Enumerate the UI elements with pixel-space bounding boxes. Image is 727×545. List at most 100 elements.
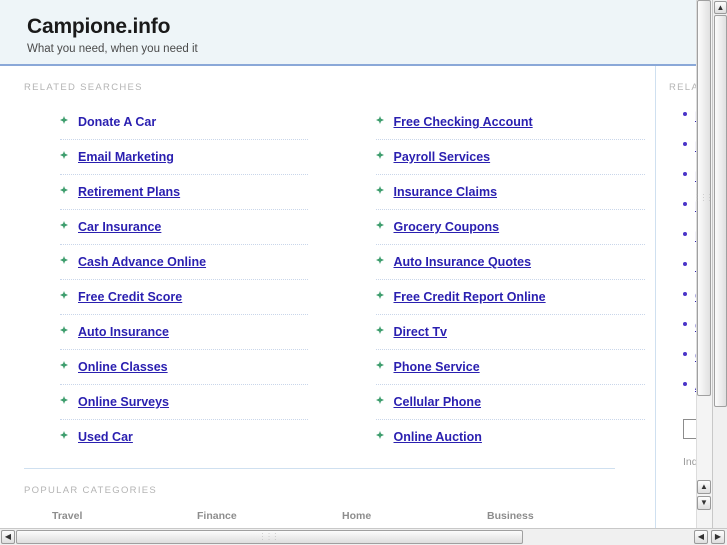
arrow-bullet-icon: [375, 291, 384, 299]
related-search-link[interactable]: Online Surveys: [78, 395, 169, 409]
category-heading: Business: [487, 510, 534, 522]
related-search-item[interactable]: Donate A Car: [60, 105, 308, 140]
related-search-item[interactable]: Online Classes: [60, 350, 308, 385]
arrow-bullet-icon: [375, 256, 384, 264]
arrow-bullet-icon: [375, 151, 384, 159]
scroll-up-button[interactable]: ▲: [714, 1, 727, 14]
category-column-business: Business Employment Work From Home: [487, 510, 632, 528]
related-search-item[interactable]: Direct Tv: [375, 315, 645, 350]
arrow-bullet-icon: [375, 326, 384, 334]
dot-bullet-icon: [683, 112, 687, 116]
category-heading: Finance: [197, 510, 237, 522]
triangle-up-icon: ▲: [716, 2, 725, 12]
arrow-bullet-icon: [60, 116, 68, 124]
scrollbar-thumb[interactable]: · · · · · · · · ·: [16, 530, 523, 544]
scrollbar-thumb[interactable]: [714, 15, 727, 407]
related-search-link[interactable]: Online Auction: [394, 430, 482, 444]
related-search-link[interactable]: Cash Advance Online: [78, 255, 206, 269]
related-search-link[interactable]: Grocery Coupons: [394, 220, 500, 234]
related-search-item[interactable]: Email Marketing: [60, 140, 308, 175]
related-search-link[interactable]: Auto Insurance: [78, 325, 169, 339]
category-column-finance: Finance Free Credit Report Online Paymen…: [197, 510, 342, 528]
arrow-bullet-icon: [60, 361, 68, 369]
dot-bullet-icon: [683, 202, 687, 206]
related-search-link[interactable]: Payroll Services: [394, 150, 491, 164]
related-search-item[interactable]: Phone Service: [375, 350, 645, 385]
dot-bullet-icon: [683, 352, 687, 356]
related-search-item[interactable]: Online Surveys: [60, 385, 308, 420]
inner-vertical-scrollbar[interactable]: · · · · · · · · · ▲ ▼: [696, 0, 712, 528]
grip-dots-icon: · · · · · · · · ·: [261, 530, 278, 544]
related-search-link[interactable]: Free Checking Account: [394, 115, 533, 129]
site-header: Campione.info What you need, when you ne…: [0, 0, 712, 66]
arrow-bullet-icon: [60, 431, 68, 439]
arrow-bullet-icon: [375, 361, 384, 369]
body-wrapper: RELATED SEARCHES Donate A Car Email Mark…: [0, 66, 712, 528]
scroll-down-button[interactable]: ▼: [697, 496, 711, 510]
related-search-link[interactable]: Cellular Phone: [394, 395, 482, 409]
related-search-item[interactable]: Used Car: [60, 420, 308, 454]
dot-bullet-icon: [683, 292, 687, 296]
related-search-link[interactable]: Used Car: [78, 430, 133, 444]
popular-categories-grid: Travel Airline Tickets Hotels: [0, 496, 655, 528]
grip-dots-icon: · · · · · · · · ·: [696, 191, 712, 205]
related-search-item[interactable]: Insurance Claims: [375, 175, 645, 210]
main-column: RELATED SEARCHES Donate A Car Email Mark…: [0, 66, 655, 528]
related-search-link[interactable]: Online Classes: [78, 360, 168, 374]
category-heading: Travel: [52, 510, 83, 522]
triangle-right-icon: ▶: [714, 532, 722, 541]
related-search-item[interactable]: Cash Advance Online: [60, 245, 308, 280]
related-searches-grid: Donate A Car Email Marketing Retirement …: [0, 93, 655, 454]
triangle-left-icon: ◀: [4, 532, 12, 541]
related-searches-label: RELATED SEARCHES: [24, 82, 143, 93]
related-search-item[interactable]: Cellular Phone: [375, 385, 645, 420]
arrow-bullet-icon: [60, 291, 68, 299]
outer-vertical-scrollbar[interactable]: ▲: [712, 0, 727, 528]
triangle-left-icon: ◀: [697, 532, 705, 541]
category-column-travel: Travel Airline Tickets Hotels: [52, 510, 197, 528]
triangle-up-icon: ▲: [700, 482, 708, 491]
dot-bullet-icon: [683, 172, 687, 176]
related-searches-column-1: Donate A Car Email Marketing Retirement …: [0, 105, 328, 454]
arrow-bullet-icon: [60, 221, 68, 229]
dot-bullet-icon: [683, 142, 687, 146]
site-title: Campione.info: [27, 15, 171, 38]
triangle-down-icon: ▼: [700, 498, 708, 507]
scroll-right-button[interactable]: ▶: [711, 530, 725, 544]
dot-bullet-icon: [683, 322, 687, 326]
popular-categories-section: POPULAR CATEGORIES Travel Airline Ticket…: [0, 468, 655, 528]
scroll-left-button-secondary[interactable]: ◀: [694, 530, 708, 544]
related-search-link[interactable]: Direct Tv: [394, 325, 448, 339]
scrollbar-thumb[interactable]: · · · · · · · · ·: [696, 0, 712, 396]
related-search-link[interactable]: Free Credit Score: [78, 290, 182, 304]
arrow-bullet-icon: [60, 256, 68, 264]
dot-bullet-icon: [683, 232, 687, 236]
scroll-left-button[interactable]: ◀: [1, 530, 15, 544]
page-content: Campione.info What you need, when you ne…: [0, 0, 712, 528]
related-search-item[interactable]: Free Credit Report Online: [375, 280, 645, 315]
related-search-link[interactable]: Donate A Car: [78, 115, 156, 129]
related-search-item[interactable]: Online Auction: [375, 420, 646, 454]
related-search-link[interactable]: Insurance Claims: [394, 185, 498, 199]
arrow-bullet-icon: [60, 326, 68, 334]
related-search-link[interactable]: Phone Service: [394, 360, 480, 374]
related-search-item[interactable]: Car Insurance: [60, 210, 308, 245]
arrow-bullet-icon: [375, 396, 384, 404]
related-search-item[interactable]: Auto Insurance Quotes: [375, 245, 645, 280]
related-search-link[interactable]: Car Insurance: [78, 220, 161, 234]
arrow-bullet-icon: [60, 396, 68, 404]
related-search-item[interactable]: Free Checking Account: [375, 105, 645, 140]
related-search-link[interactable]: Retirement Plans: [78, 185, 180, 199]
related-search-link[interactable]: Email Marketing: [78, 150, 174, 164]
dot-bullet-icon: [683, 382, 687, 386]
related-search-item[interactable]: Auto Insurance: [60, 315, 308, 350]
related-search-link[interactable]: Auto Insurance Quotes: [394, 255, 532, 269]
scroll-up-button[interactable]: ▲: [697, 480, 711, 494]
related-search-item[interactable]: Grocery Coupons: [375, 210, 645, 245]
arrow-bullet-icon: [375, 431, 384, 439]
horizontal-scrollbar[interactable]: ◀ · · · · · · · · · ◀ ▶: [0, 528, 727, 545]
related-search-item[interactable]: Retirement Plans: [60, 175, 308, 210]
related-search-item[interactable]: Payroll Services: [375, 140, 645, 175]
related-search-item[interactable]: Free Credit Score: [60, 280, 308, 315]
related-search-link[interactable]: Free Credit Report Online: [394, 290, 546, 304]
